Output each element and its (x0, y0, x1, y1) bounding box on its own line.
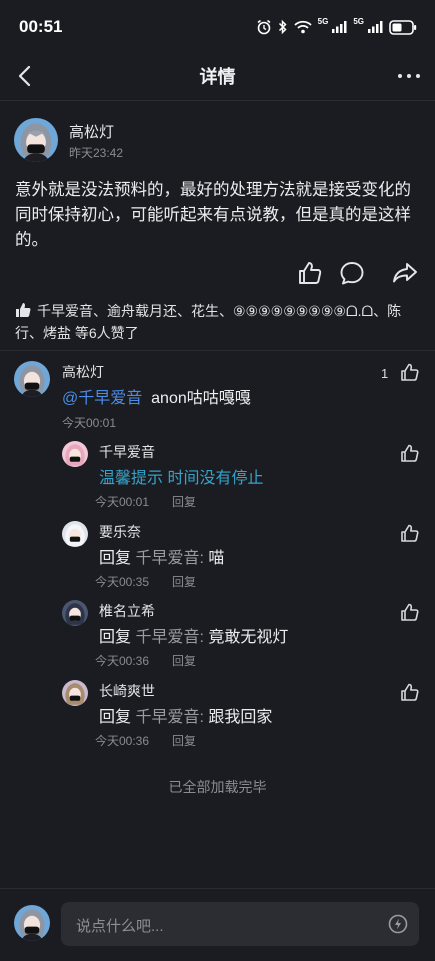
divider (0, 350, 435, 351)
top-bar: 详情 (0, 52, 435, 101)
comment-time: 今天00:01 (62, 416, 117, 430)
reply-time: 今天00:01 (95, 495, 150, 509)
reply-author-avatar[interactable] (62, 680, 88, 706)
my-avatar[interactable] (14, 905, 50, 941)
reply-button[interactable]: 回复 (172, 573, 196, 590)
reply-author-name[interactable]: 要乐奈 (99, 522, 141, 542)
like-icon[interactable] (295, 258, 325, 288)
comment-text: @千早爱音 anon咕咕嘎嘎 (62, 384, 251, 408)
reply-text: 回复 千早爱音: 喵 (99, 544, 224, 568)
post-content: 意外就是没法预料的，最好的处理方法就是接受变化的同时保持初心，可能听起来有点说教… (15, 181, 411, 249)
comment-mention[interactable]: @千早爱音 (62, 390, 142, 407)
reply-prefix: 回复 (99, 550, 132, 567)
reply-author-avatar[interactable] (62, 521, 88, 547)
comment-input-placeholder: 说点什么吧... (76, 918, 164, 935)
reply-author-name[interactable]: 椎名立希 (99, 601, 155, 621)
status-icons: 5G 5G (256, 16, 417, 38)
comment-input-bar: 说点什么吧... (0, 888, 435, 961)
signal-icon (368, 21, 383, 33)
share-icon[interactable] (390, 258, 420, 288)
reply-like-icon[interactable] (399, 681, 421, 703)
comment-author-name[interactable]: 高松灯 (62, 362, 104, 382)
reply-body: 跟我回家 (208, 709, 273, 726)
reply-prefix: 回复 (99, 629, 132, 646)
reply-like-icon[interactable] (399, 442, 421, 464)
comment-author-avatar[interactable] (14, 361, 50, 397)
reply-time: 今天00:36 (95, 654, 150, 668)
comment-like-count: 1 (381, 366, 389, 381)
wifi-icon (294, 20, 312, 34)
network-label-2: 5G (353, 16, 364, 26)
likes-summary[interactable]: 千早爱音、逾舟载月还、花生、⑨⑨⑨⑨⑨⑨⑨⑨⑨ᗝ.ᗝ、陈行、烤盐 等6人赞了 (15, 300, 420, 344)
comment-icon[interactable] (337, 258, 367, 288)
comment-body: anon咕咕嘎嘎 (151, 390, 251, 407)
reply-time: 今天00:36 (95, 734, 150, 748)
reply-prefix: 回复 (99, 709, 132, 726)
reply-time: 今天00:35 (95, 575, 150, 589)
more-icon[interactable] (395, 62, 423, 90)
reply-text: 温馨提示 时间没有停止 (99, 470, 264, 487)
battery-icon (389, 19, 417, 35)
page-title: 详情 (199, 67, 236, 87)
reply-text: 回复 千早爱音: 竟敢无视灯 (99, 623, 288, 647)
all-loaded-text: 已全部加载完毕 (168, 779, 267, 795)
comment-like-icon[interactable] (399, 361, 421, 383)
reply-like-icon[interactable] (399, 522, 421, 544)
reply-body: 喵 (208, 550, 225, 567)
quick-reply-icon[interactable] (387, 913, 409, 935)
reply-button[interactable]: 回复 (172, 493, 196, 510)
network-label-1: 5G (317, 16, 329, 26)
likes-text: 千早爱音、逾舟载月还、花生、⑨⑨⑨⑨⑨⑨⑨⑨⑨ᗝ.ᗝ、陈行、烤盐 等6人赞了 (15, 303, 402, 341)
like-thumb-icon (16, 303, 31, 317)
alarm-icon (257, 19, 271, 35)
post-author-name[interactable]: 高松灯 (69, 121, 114, 142)
post-time: 昨天23:42 (69, 146, 124, 160)
reply-target[interactable]: 千早爱音: (135, 629, 203, 646)
reply-author-avatar[interactable] (62, 441, 88, 467)
bluetooth-icon (278, 19, 287, 35)
signal-icon (332, 21, 347, 33)
reply-author-avatar[interactable] (62, 600, 88, 626)
status-time: 00:51 (19, 17, 63, 36)
reply-text: 回复 千早爱音: 跟我回家 (99, 703, 272, 727)
reply-like-icon[interactable] (399, 601, 421, 623)
reply-button[interactable]: 回复 (172, 652, 196, 669)
reply-body: 竟敢无视灯 (208, 629, 289, 646)
reply-target[interactable]: 千早爱音: (135, 709, 203, 726)
reply-button[interactable]: 回复 (172, 732, 196, 749)
post-author-avatar[interactable] (14, 118, 58, 162)
status-bar: 00:51 5G 5G (0, 0, 435, 52)
reply-author-name[interactable]: 长崎爽世 (99, 681, 155, 701)
reply-author-name[interactable]: 千早爱音 (99, 442, 155, 462)
reply-target[interactable]: 千早爱音: (135, 550, 203, 567)
comment-input[interactable]: 说点什么吧... (61, 902, 419, 946)
